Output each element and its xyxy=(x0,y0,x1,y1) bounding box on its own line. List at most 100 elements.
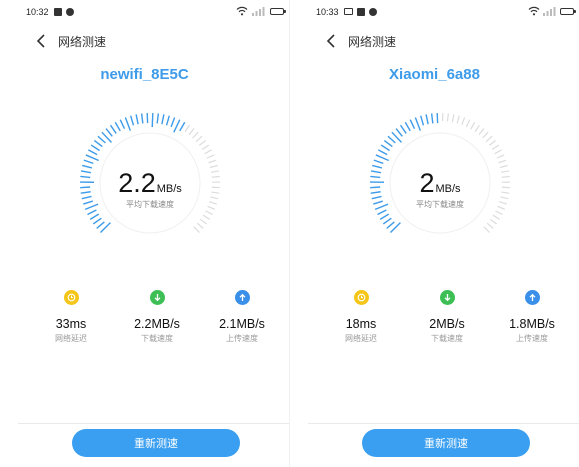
wifi-icon xyxy=(528,6,540,16)
square-notification-icon xyxy=(54,8,62,16)
download-value: 2.2MB/s xyxy=(134,317,180,331)
gauge-tick-inactive xyxy=(465,119,471,128)
upload-label: 上传速度 xyxy=(516,334,548,343)
download-value: 2MB/s xyxy=(429,317,465,331)
gauge-tick-inactive xyxy=(204,149,212,155)
download-label: 下载速度 xyxy=(431,334,463,343)
speed-unit: MB/s xyxy=(435,183,461,195)
battery-icon xyxy=(560,8,576,15)
gauge-tick-active xyxy=(87,209,97,216)
gauge-tick-active xyxy=(387,135,396,144)
phone-screen-right: 10:33 网络测速 Xiaomi_6a88 2MB/s 平均下载速度 18ms… xyxy=(290,0,579,467)
retest-button[interactable]: 重新测速 xyxy=(72,429,240,457)
gauge-tick-active xyxy=(105,128,113,137)
gauge-tick-inactive xyxy=(192,131,199,139)
chevron-left-icon[interactable] xyxy=(324,33,340,49)
divider xyxy=(18,423,289,424)
phone-screen-left: 10:32 网络测速 newifi_8E5C 2.2MB/s 平均下载速度 33… xyxy=(0,0,289,467)
upload-label: 上传速度 xyxy=(226,334,258,343)
status-time: 10:32 xyxy=(26,7,49,17)
speed-label: 平均下载速度 xyxy=(416,200,464,209)
wifi-icon xyxy=(236,6,248,16)
metric-download: 2MB/s 下载速度 xyxy=(412,290,482,344)
gauge-tick-active xyxy=(173,119,181,133)
latency-value: 18ms xyxy=(345,317,377,331)
latency-value: 33ms xyxy=(55,317,87,331)
gauge-tick-active xyxy=(377,209,387,216)
network-name: newifi_8E5C xyxy=(100,66,189,83)
gauge-tick-active xyxy=(89,213,100,220)
gauge-tick-inactive xyxy=(489,218,498,225)
gauge-tick-active xyxy=(156,113,160,124)
circle-notification-icon xyxy=(369,8,377,16)
gauge-tick-inactive xyxy=(199,218,208,225)
gauge-tick-active xyxy=(140,113,144,124)
upload-arrow-icon xyxy=(524,290,540,305)
circle-notification-icon xyxy=(66,8,74,16)
chevron-left-icon[interactable] xyxy=(34,33,50,49)
metric-latency: 18ms 网络延迟 xyxy=(326,290,396,344)
gauge-tick-active xyxy=(420,115,425,126)
gauge-tick-inactive xyxy=(461,117,466,126)
gauge-tick-inactive xyxy=(184,124,190,133)
upload-arrow-icon xyxy=(234,290,250,305)
gauge-tick-active xyxy=(83,159,94,165)
speed-readout: 2.2MB/s 平均下载速度 xyxy=(0,168,289,210)
gauge-tick-active xyxy=(430,113,434,124)
gauge-tick-active xyxy=(382,217,392,225)
gauge-tick-active xyxy=(92,217,102,225)
gauge-tick-active xyxy=(96,221,105,229)
gauge-tick-inactive xyxy=(201,144,210,150)
gauge-tick-inactive xyxy=(193,226,200,233)
gauge-tick-active xyxy=(404,121,411,132)
gauge-tick-active xyxy=(130,115,135,126)
gauge-tick-inactive xyxy=(498,159,507,164)
gauge-tick-inactive xyxy=(482,131,489,139)
gauge-tick-active xyxy=(87,149,98,156)
page-title: 网络测速 xyxy=(348,35,397,49)
gauge-tick-inactive xyxy=(485,135,493,142)
gauge-tick-inactive xyxy=(195,135,203,142)
gauge-tick-inactive xyxy=(208,159,217,164)
gauge-tick-active xyxy=(373,159,384,165)
page-title: 网络测速 xyxy=(58,35,107,49)
gauge-tick-inactive xyxy=(474,124,480,133)
status-bar: 10:32 xyxy=(0,0,289,22)
gauge-tick-active xyxy=(399,124,407,134)
divider xyxy=(308,423,579,424)
gauge-tick-active xyxy=(375,154,389,162)
download-arrow-icon xyxy=(149,290,165,305)
network-name: Xiaomi_6a88 xyxy=(389,66,480,83)
gauge-tick-active xyxy=(383,139,393,148)
download-arrow-icon xyxy=(439,290,455,305)
nav-bar: 网络测速 xyxy=(290,30,579,52)
clock-icon xyxy=(353,290,369,305)
gauge-tick-inactive xyxy=(483,226,490,233)
speed-value: 2.2 xyxy=(118,168,156,198)
gauge-tick-active xyxy=(109,124,117,134)
speed-readout: 2MB/s 平均下载速度 xyxy=(290,168,579,210)
metric-latency: 33ms 网络延迟 xyxy=(36,290,106,344)
gauge-tick-inactive xyxy=(456,115,460,124)
gauge-tick-active xyxy=(379,213,390,220)
metric-upload: 1.8MB/s 上传速度 xyxy=(497,290,567,344)
retest-button[interactable]: 重新测速 xyxy=(362,429,530,457)
gauge-tick-active xyxy=(161,114,165,125)
gauge-tick-inactive xyxy=(198,140,206,146)
gauge-tick-inactive xyxy=(188,128,195,136)
gauge-tick-active xyxy=(97,135,106,144)
gauge-tick-active xyxy=(90,144,100,152)
gauge-tick-active xyxy=(414,117,421,131)
signal-icon xyxy=(252,7,265,16)
speed-unit: MB/s xyxy=(156,183,182,195)
gauge-tick-inactive xyxy=(496,154,505,159)
gauge-tick-active xyxy=(170,117,176,128)
latency-label: 网络延迟 xyxy=(55,334,87,343)
status-time: 10:33 xyxy=(316,7,339,17)
image-notification-icon xyxy=(344,8,353,15)
gauge-tick-inactive xyxy=(470,121,476,130)
gauge-tick-inactive xyxy=(446,113,449,122)
gauge-tick-inactive xyxy=(488,140,496,146)
download-label: 下载速度 xyxy=(141,334,173,343)
upload-value: 2.1MB/s xyxy=(219,317,265,331)
